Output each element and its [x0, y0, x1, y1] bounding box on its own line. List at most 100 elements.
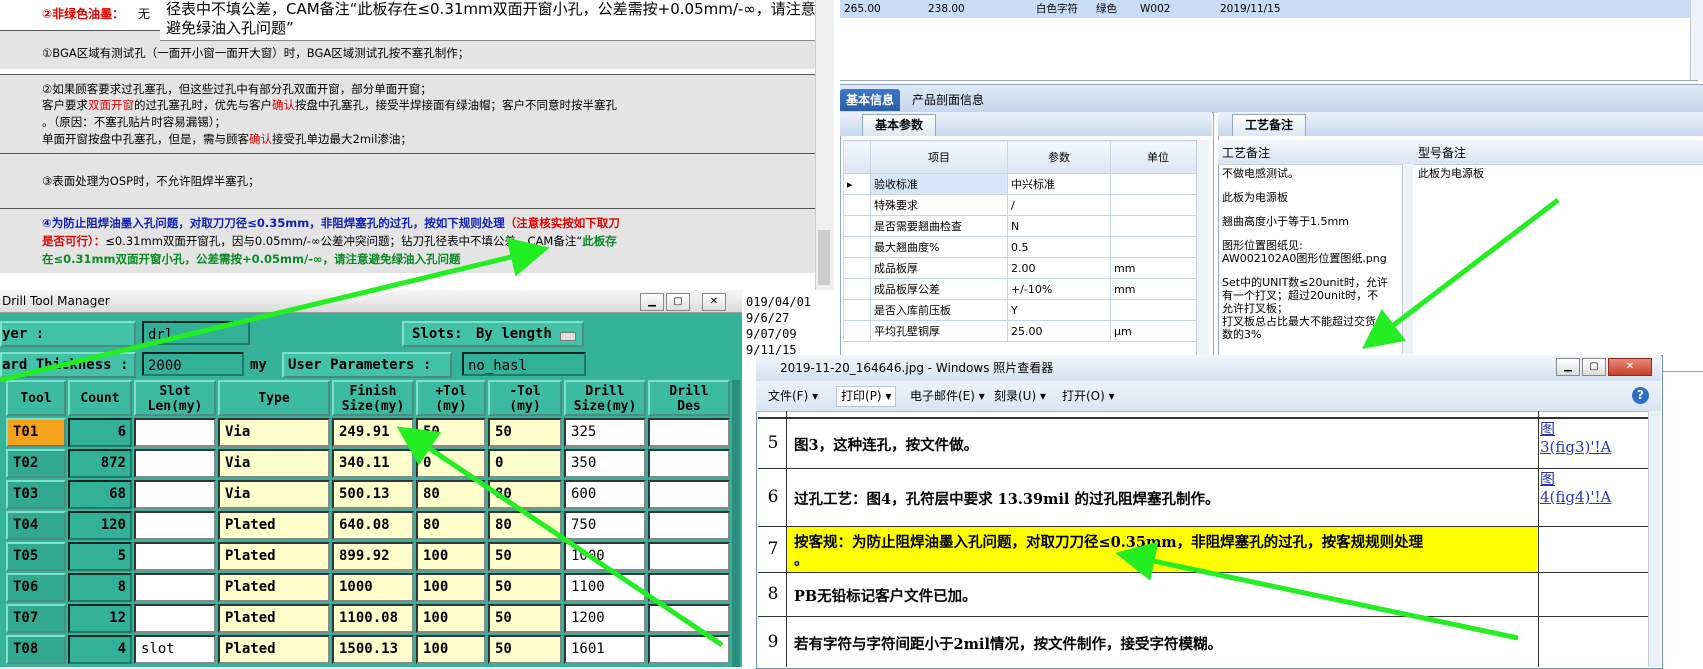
tool-cell[interactable]: T01	[6, 418, 66, 447]
col-header-minus-tol[interactable]: -Tol (my)	[488, 380, 562, 416]
document-scroll-thumb[interactable]	[818, 230, 830, 285]
col-header-type[interactable]: Type	[218, 380, 330, 416]
drill-des-field[interactable]	[648, 480, 730, 509]
finish-size-field[interactable]: 1000	[332, 573, 414, 602]
col-header-craft-notes[interactable]: 工艺备注	[1222, 144, 1270, 161]
close-button[interactable]: ✕	[702, 293, 726, 311]
minimize-button[interactable]: ▁	[640, 293, 664, 311]
menu-email[interactable]: 电子邮件(E) ▾	[910, 381, 985, 411]
tab-basic-params[interactable]: 基本参数	[862, 114, 937, 136]
drill-des-field[interactable]	[648, 418, 730, 447]
finish-size-field[interactable]: 1100.08	[332, 604, 414, 633]
tab-craft-notes[interactable]: 工艺备注	[1232, 114, 1307, 136]
help-icon[interactable]: ?	[1632, 387, 1649, 404]
type-select[interactable]: Via	[218, 418, 330, 447]
finish-size-field[interactable]: 249.91	[332, 418, 414, 447]
table-row[interactable]: 特殊要求 /	[843, 194, 1206, 216]
slots-selector[interactable]: Slots: By length	[402, 321, 584, 347]
plus-tol-field[interactable]: 0	[416, 449, 486, 478]
sheet-link[interactable]: 图	[1540, 471, 1555, 488]
col-header-slot-len[interactable]: Slot Len(my)	[134, 380, 216, 416]
drill-size-field[interactable]: 750	[564, 511, 646, 540]
param-value[interactable]: Y	[1007, 299, 1111, 321]
params-scrollbar[interactable]	[1196, 140, 1209, 355]
drill-size-field[interactable]: 1000	[564, 542, 646, 571]
tool-cell[interactable]: T07	[6, 604, 66, 633]
menu-file[interactable]: 文件(F) ▾	[768, 381, 818, 411]
table-row[interactable]: 是否入库前压板 Y	[843, 299, 1206, 321]
plus-tol-field[interactable]: 80	[416, 511, 486, 540]
slot-len-field[interactable]	[134, 480, 216, 509]
table-row[interactable]: 平均孔壁铜厚 25.00 μm	[843, 320, 1206, 342]
type-select[interactable]: Via	[218, 480, 330, 509]
type-select[interactable]: Via	[218, 449, 330, 478]
finish-size-field[interactable]: 1500.13	[332, 635, 414, 664]
minus-tol-field[interactable]: 50	[488, 418, 562, 447]
param-value[interactable]: 2.00	[1007, 257, 1111, 279]
param-value[interactable]: 0.5	[1007, 236, 1111, 258]
thickness-field[interactable]: 2000	[142, 352, 244, 376]
param-value[interactable]: N	[1007, 215, 1111, 237]
menu-print[interactable]: 打印(P) ▾	[836, 386, 897, 407]
drill-size-field[interactable]: 1200	[564, 604, 646, 633]
drill-des-field[interactable]	[648, 449, 730, 478]
plus-tol-field[interactable]: 100	[416, 542, 486, 571]
maximize-button[interactable]: ▢	[666, 293, 690, 311]
drill-des-field[interactable]	[648, 542, 730, 571]
drill-des-field[interactable]	[648, 604, 730, 633]
finish-size-field[interactable]: 340.11	[332, 449, 414, 478]
tool-cell[interactable]: T02	[6, 449, 66, 478]
col-header-drill-des[interactable]: Drill Des	[648, 380, 730, 416]
minus-tol-field[interactable]: 50	[488, 604, 562, 633]
photo-viewer-titlebar[interactable]: 2019-11-20_164646.jpg - Windows 照片查看器 ▁ …	[756, 355, 1661, 381]
tool-cell[interactable]: T08	[6, 635, 66, 664]
model-notes-text[interactable]: 此板为电源板	[1418, 167, 1484, 180]
drill-size-field[interactable]: 325	[564, 418, 646, 447]
finish-size-field[interactable]: 500.13	[332, 480, 414, 509]
maximize-button[interactable]: ▢	[1582, 358, 1606, 376]
menu-open[interactable]: 打开(O) ▾	[1062, 381, 1115, 411]
drill-scrollbar[interactable]	[732, 380, 740, 667]
slot-len-field[interactable]	[134, 511, 216, 540]
sheet-link[interactable]: 图	[1540, 421, 1555, 438]
minus-tol-field[interactable]: 50	[488, 635, 562, 664]
grid-scrollbar[interactable]	[1690, 0, 1703, 80]
user-parameters-button[interactable]: User Parameters :	[282, 352, 452, 378]
col-header-model-notes[interactable]: 型号备注	[1418, 144, 1466, 161]
drill-des-field[interactable]	[648, 635, 730, 664]
slot-len-field[interactable]: slot	[134, 635, 216, 664]
type-select[interactable]: Plated	[218, 604, 330, 633]
param-value[interactable]: 中兴标准	[1007, 173, 1111, 195]
drill-tool-manager-titlebar[interactable]: Drill Tool Manager ▁ ▢ ✕	[0, 290, 742, 313]
layer-field[interactable]: drl	[142, 321, 250, 345]
drill-size-field[interactable]: 600	[564, 480, 646, 509]
plus-tol-field[interactable]: 100	[416, 635, 486, 664]
grid-selected-row[interactable]: 265.00 238.00 白色字符 绿色 W002 2019/11/15	[840, 0, 1698, 18]
param-value[interactable]: /	[1007, 194, 1111, 216]
menu-burn[interactable]: 刻录(U) ▾	[994, 381, 1046, 411]
col-header-param[interactable]: 参数	[1007, 140, 1111, 174]
tab-basic-info[interactable]: 基本信息	[840, 89, 901, 111]
minus-tol-field[interactable]: 80	[488, 511, 562, 540]
param-value[interactable]: 25.00	[1007, 320, 1111, 342]
minus-tol-field[interactable]: 0	[488, 449, 562, 478]
tool-cell[interactable]: T03	[6, 480, 66, 509]
col-header-tool[interactable]: Tool	[6, 380, 66, 416]
slot-len-field[interactable]	[134, 418, 216, 447]
drill-size-field[interactable]: 1601	[564, 635, 646, 664]
tab-profile-info[interactable]: 产品剖面信息	[906, 89, 990, 111]
type-select[interactable]: Plated	[218, 635, 330, 664]
sheet-link[interactable]: 4(fig4)'!A	[1540, 489, 1611, 506]
col-header-item[interactable]: 项目	[870, 140, 1008, 174]
craft-scrollbar[interactable]	[1402, 164, 1413, 354]
slot-len-field[interactable]	[134, 604, 216, 633]
tool-cell[interactable]: T06	[6, 573, 66, 602]
param-value[interactable]: +/-10%	[1007, 278, 1111, 300]
drill-des-field[interactable]	[648, 511, 730, 540]
minimize-button[interactable]: ▁	[1556, 358, 1580, 376]
close-button[interactable]: ✕	[1608, 358, 1652, 376]
finish-size-field[interactable]: 640.08	[332, 511, 414, 540]
plus-tol-field[interactable]: 100	[416, 573, 486, 602]
slot-len-field[interactable]	[134, 573, 216, 602]
plus-tol-field[interactable]: 100	[416, 604, 486, 633]
